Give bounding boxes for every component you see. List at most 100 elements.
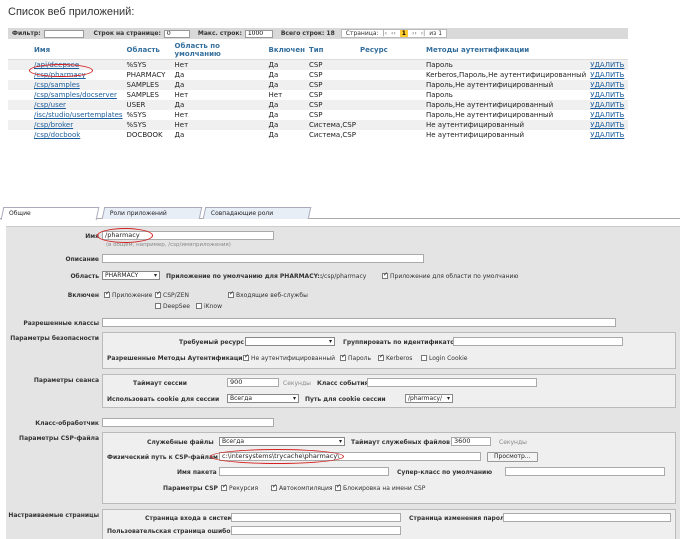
recurse-checkbox[interactable] xyxy=(221,483,227,491)
app-name-link[interactable]: /csp/pharmacy xyxy=(34,71,86,79)
login-page-input[interactable] xyxy=(231,513,401,522)
auth-login-cookie[interactable]: Login Cookie xyxy=(421,355,467,362)
app-name-link[interactable]: /csp/samples/docserver xyxy=(34,91,117,99)
iknow-checkbox[interactable] xyxy=(196,303,202,309)
event-class-input[interactable] xyxy=(367,378,537,387)
col-enabled[interactable]: Включен xyxy=(266,41,307,60)
default-for-ns[interactable]: Приложение для области по умолчанию xyxy=(382,271,518,280)
name-input[interactable]: /pharmacy xyxy=(102,231,274,240)
auth-unauth-checkbox[interactable] xyxy=(243,353,249,361)
tab-app-roles[interactable]: Роли приложений xyxy=(101,207,203,219)
auth-unauth[interactable]: Не аутентифицированный xyxy=(243,353,336,362)
namespace-select[interactable]: PHARMACY xyxy=(102,271,160,280)
physical-path-input[interactable]: c:\intersystems\trycache\pharmacy\ xyxy=(219,452,481,461)
session-timeout-input[interactable]: 900 xyxy=(227,378,279,387)
col-resource[interactable]: Ресурс xyxy=(357,41,424,60)
cspzen-checkbox[interactable] xyxy=(155,290,161,298)
table-cell: Пароль,Не аутентифицированный xyxy=(425,111,554,119)
last-page-button[interactable]: ›| xyxy=(421,30,425,37)
app-name-link[interactable]: /isc/studio/usertemplates xyxy=(34,111,123,119)
superclass-input[interactable] xyxy=(505,467,665,476)
delete-link[interactable]: УДАЛИТЬ xyxy=(590,61,624,69)
delete-link[interactable]: УДАЛИТЬ xyxy=(590,121,624,129)
auth-unauth-label: Не аутентифицированный xyxy=(251,355,336,362)
delete-link[interactable]: УДАЛИТЬ xyxy=(590,91,624,99)
lock-csp-name[interactable]: Блокировка на имени CSP xyxy=(335,483,425,492)
col-namespace[interactable]: Область xyxy=(124,41,173,60)
applications-table: Имя Область Область по умолчанию Включен… xyxy=(8,41,628,140)
col-auth-methods[interactable]: Методы аутентификации xyxy=(423,41,589,60)
group-by-id-input[interactable] xyxy=(453,337,623,346)
table-row[interactable]: /api/deepsee %SYS Нет Да CSP Пароль УДАЛИТЬ xyxy=(8,59,628,70)
delete-link[interactable]: УДАЛИТЬ xyxy=(590,111,624,119)
autocompile[interactable]: Автокомпиляция xyxy=(271,483,333,492)
filter-input[interactable] xyxy=(43,29,84,38)
webservices-checkbox[interactable] xyxy=(228,290,234,298)
table-row[interactable]: /csp/user USER Да Да CSP Пароль,Не аутентифиц… xyxy=(8,100,628,110)
lock-csp-name-checkbox[interactable] xyxy=(335,483,341,491)
next-page-button[interactable]: ›› xyxy=(412,30,417,37)
app-name-link[interactable]: /csp/docbook xyxy=(34,131,80,139)
table-cell xyxy=(358,70,424,80)
auth-login-cookie-checkbox[interactable] xyxy=(421,355,427,361)
enabled-cspzen[interactable]: CSP/ZEN xyxy=(155,290,189,299)
table-row[interactable]: /csp/samples SAMPLES Да Да CSP Пароль,Не ауте… xyxy=(8,80,628,90)
serve-timeout-input[interactable]: 3600 xyxy=(451,437,491,446)
custom-error-input[interactable] xyxy=(231,526,401,535)
table-row[interactable]: /csp/samples/docserver SAMPLES Нет Нет CSP Па… xyxy=(8,90,628,100)
per-page-input[interactable] xyxy=(163,29,190,38)
dispatch-class-input[interactable] xyxy=(102,418,274,427)
table-cell: Нет xyxy=(174,111,189,119)
table-row[interactable]: /csp/docbook DOCBOOK Да Да Система,CSP Не аут… xyxy=(8,130,628,140)
delete-link[interactable]: УДАЛИТЬ xyxy=(590,101,624,109)
default-for-ns-checkbox[interactable] xyxy=(382,271,388,279)
table-cell: Да xyxy=(266,100,307,110)
table-row[interactable]: /csp/broker %SYS Нет Да Система,CSP Не аутент… xyxy=(8,120,628,130)
app-name-link[interactable]: /csp/user xyxy=(34,101,66,109)
tab-general[interactable]: Общие xyxy=(0,207,100,220)
delete-link[interactable]: УДАЛИТЬ xyxy=(590,71,624,79)
enabled-deepsee[interactable]: DeepSee xyxy=(155,303,190,310)
auth-password[interactable]: Пароль xyxy=(340,353,371,362)
table-row[interactable]: /isc/studio/usertemplates %SYS Нет Да CSP Пар… xyxy=(8,110,628,120)
tab-matching-roles[interactable]: Совпадающие роли xyxy=(202,207,312,219)
allowed-classes-input[interactable] xyxy=(102,318,616,327)
auth-kerberos[interactable]: Kerberos xyxy=(378,353,412,362)
col-default-namespace[interactable]: Область по умолчанию xyxy=(172,41,267,60)
prev-page-button[interactable]: ‹‹ xyxy=(391,30,396,37)
first-page-button[interactable]: |‹ xyxy=(383,30,387,37)
app-checkbox[interactable] xyxy=(104,290,110,298)
cell-name: /csp/docbook xyxy=(8,130,125,140)
enabled-webservices[interactable]: Входящие веб-службы xyxy=(228,290,308,299)
auth-password-checkbox[interactable] xyxy=(340,353,346,361)
group-by-id-label: Группировать по идентификатору xyxy=(343,339,463,346)
app-name-link[interactable]: /api/deepsee xyxy=(34,61,79,69)
deepsee-checkbox[interactable] xyxy=(155,303,161,309)
required-resource-select[interactable] xyxy=(245,337,335,346)
recurse[interactable]: Рекурсия xyxy=(221,483,258,492)
enabled-app[interactable]: Приложение xyxy=(104,290,152,299)
table-row[interactable]: /csp/pharmacy PHARMACY Да Да CSP Kerberos,Пар… xyxy=(8,70,628,80)
auth-kerberos-checkbox[interactable] xyxy=(378,353,384,361)
serve-files-select[interactable]: Всегда xyxy=(219,437,345,446)
delete-link[interactable]: УДАЛИТЬ xyxy=(590,81,624,89)
delete-link[interactable]: УДАЛИТЬ xyxy=(590,131,624,139)
autocompile-checkbox[interactable] xyxy=(271,483,277,491)
app-name-link[interactable]: /csp/broker xyxy=(34,121,73,129)
app-name-link[interactable]: /csp/samples xyxy=(34,81,80,89)
use-cookie-select[interactable]: Всегда xyxy=(227,394,299,403)
table-cell: Не аутентифицированный xyxy=(423,120,589,130)
max-rows-input[interactable] xyxy=(244,29,273,38)
page-of: из 1 xyxy=(429,30,443,37)
package-input[interactable] xyxy=(219,467,389,476)
table-cell: Да xyxy=(266,59,307,70)
col-type[interactable]: Тип xyxy=(306,41,358,60)
cookie-path-select[interactable]: /pharmacy/ xyxy=(405,394,453,403)
browse-button[interactable]: Просмотр... xyxy=(487,452,538,462)
change-pw-input[interactable] xyxy=(503,513,671,522)
enabled-iknow[interactable]: iKnow xyxy=(196,303,222,310)
table-cell: Да xyxy=(266,120,307,130)
col-name[interactable]: Имя xyxy=(8,41,125,60)
current-page[interactable]: 1 xyxy=(399,30,408,37)
description-input[interactable] xyxy=(102,254,424,263)
